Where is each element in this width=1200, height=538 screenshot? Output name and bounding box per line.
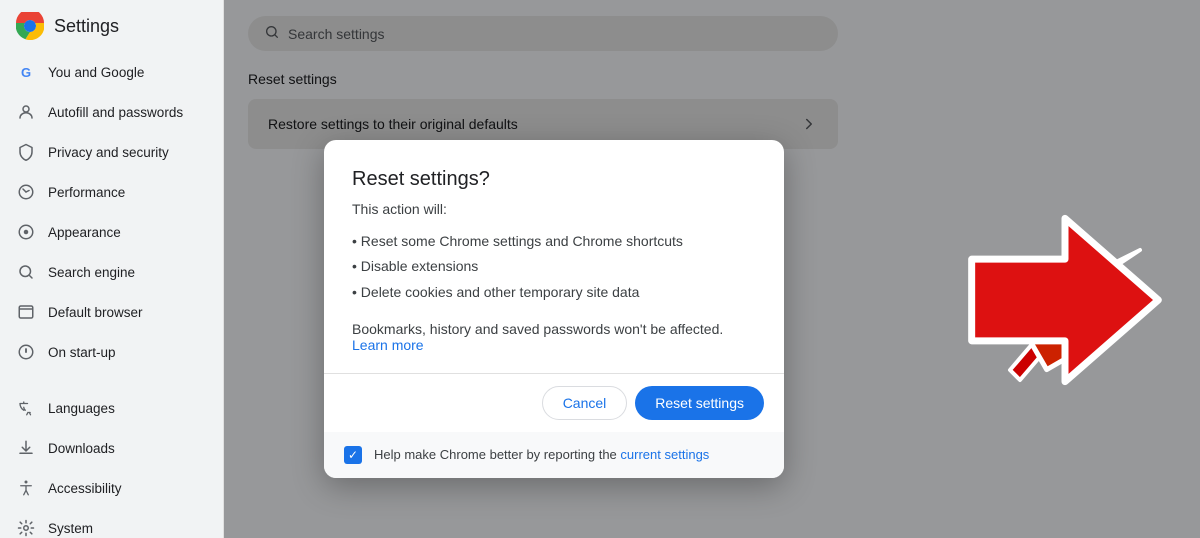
sidebar-item-on-startup[interactable]: On start-up bbox=[0, 332, 215, 372]
sidebar-label-autofill: Autofill and passwords bbox=[48, 105, 183, 120]
sidebar-label-appearance: Appearance bbox=[48, 225, 121, 240]
app-title: Settings bbox=[54, 16, 119, 37]
sidebar-item-languages[interactable]: Languages bbox=[0, 388, 215, 428]
reset-dialog: Reset settings? This action will: • Rese… bbox=[324, 140, 784, 478]
dialog-overlay: Reset settings? This action will: • Rese… bbox=[224, 0, 1200, 538]
dialog-list-item-2: • Disable extensions bbox=[352, 254, 756, 279]
sidebar-label-accessibility: Accessibility bbox=[48, 481, 122, 496]
on-startup-icon bbox=[16, 342, 36, 362]
sidebar-item-autofill[interactable]: Autofill and passwords bbox=[0, 92, 215, 132]
dialog-note-text: Bookmarks, history and saved passwords w… bbox=[352, 321, 723, 337]
performance-icon bbox=[16, 182, 36, 202]
appearance-icon bbox=[16, 222, 36, 242]
privacy-icon bbox=[16, 142, 36, 162]
sidebar-item-accessibility[interactable]: Accessibility bbox=[0, 468, 215, 508]
reset-settings-button[interactable]: Reset settings bbox=[635, 386, 764, 420]
current-settings-link[interactable]: current settings bbox=[620, 447, 709, 462]
help-chrome-label: Help make Chrome better by reporting the… bbox=[374, 447, 709, 462]
dialog-list: • Reset some Chrome settings and Chrome … bbox=[352, 229, 756, 305]
sidebar-label-performance: Performance bbox=[48, 185, 125, 200]
languages-icon bbox=[16, 398, 36, 418]
sidebar-item-downloads[interactable]: Downloads bbox=[0, 428, 215, 468]
accessibility-icon bbox=[16, 478, 36, 498]
you-and-google-icon: G bbox=[16, 62, 36, 82]
system-icon bbox=[16, 518, 36, 538]
chrome-logo-icon bbox=[16, 12, 44, 40]
sidebar-label-search-engine: Search engine bbox=[48, 265, 135, 280]
dialog-list-item-3: • Delete cookies and other temporary sit… bbox=[352, 280, 756, 305]
sidebar-item-you-and-google[interactable]: G You and Google bbox=[0, 52, 215, 92]
sidebar-label-on-startup: On start-up bbox=[48, 345, 116, 360]
default-browser-icon bbox=[16, 302, 36, 322]
sidebar-item-performance[interactable]: Performance bbox=[0, 172, 215, 212]
sidebar-label-you-and-google: You and Google bbox=[48, 65, 144, 80]
sidebar-label-system: System bbox=[48, 521, 93, 536]
sidebar-label-downloads: Downloads bbox=[48, 441, 115, 456]
sidebar: Settings G You and Google Autofill and p… bbox=[0, 0, 224, 538]
dialog-list-item-1: • Reset some Chrome settings and Chrome … bbox=[352, 229, 756, 254]
sidebar-item-privacy[interactable]: Privacy and security bbox=[0, 132, 215, 172]
sidebar-item-default-browser[interactable]: Default browser bbox=[0, 292, 215, 332]
dialog-subtitle: This action will: bbox=[352, 201, 756, 217]
help-chrome-row: Help make Chrome better by reporting the… bbox=[324, 432, 784, 478]
sidebar-label-default-browser: Default browser bbox=[48, 305, 143, 320]
autofill-icon bbox=[16, 102, 36, 122]
checkbox-text: Help make Chrome better by reporting the bbox=[374, 447, 617, 462]
dialog-note: Bookmarks, history and saved passwords w… bbox=[352, 321, 756, 353]
sidebar-label-languages: Languages bbox=[48, 401, 115, 416]
downloads-icon bbox=[16, 438, 36, 458]
sidebar-item-system[interactable]: System bbox=[0, 508, 215, 538]
sidebar-label-privacy: Privacy and security bbox=[48, 145, 169, 160]
search-engine-icon bbox=[16, 262, 36, 282]
help-chrome-checkbox[interactable] bbox=[344, 446, 362, 464]
sidebar-item-search-engine[interactable]: Search engine bbox=[0, 252, 215, 292]
dialog-title: Reset settings? bbox=[352, 168, 756, 191]
main-content: Search settings Reset settings Restore s… bbox=[224, 0, 1200, 538]
learn-more-link[interactable]: Learn more bbox=[352, 337, 424, 353]
sidebar-item-appearance[interactable]: Appearance bbox=[0, 212, 215, 252]
dialog-footer: Cancel Reset settings bbox=[324, 373, 784, 420]
cancel-button[interactable]: Cancel bbox=[542, 386, 628, 420]
sidebar-header: Settings bbox=[0, 0, 223, 52]
